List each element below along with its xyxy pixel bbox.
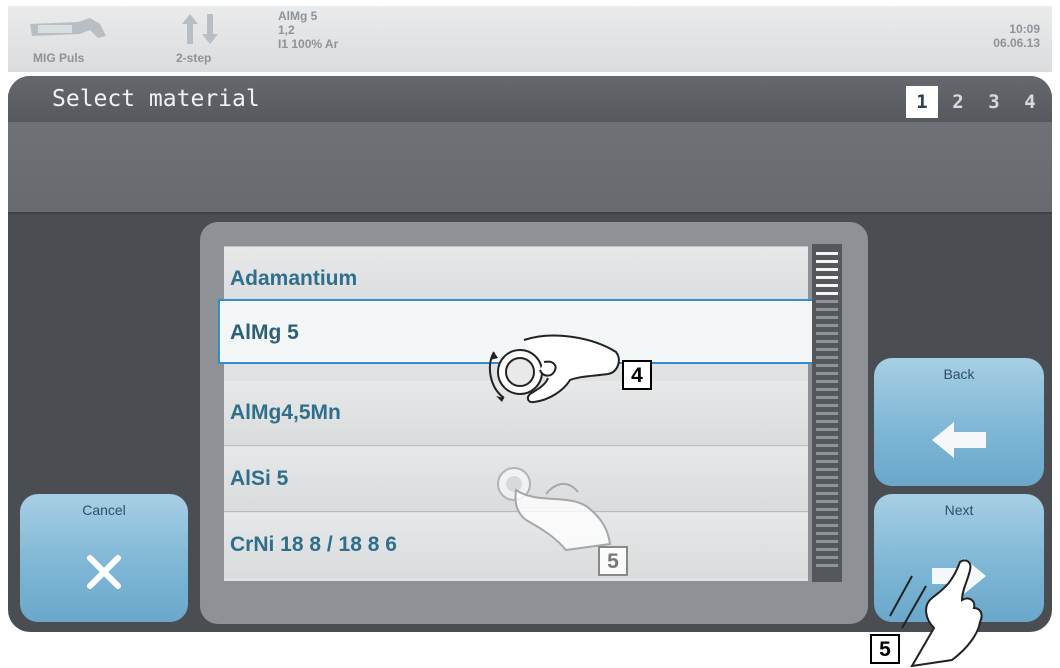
scrollbar-tick xyxy=(816,516,838,519)
callout-5-next: 5 xyxy=(870,634,900,664)
scrollbar-tick xyxy=(816,508,838,511)
scrollbar-tick xyxy=(816,308,838,311)
trigger-mode-label: 2-step xyxy=(176,51,212,65)
scrollbar-tick xyxy=(816,276,838,279)
page-indicator: 1 2 3 4 xyxy=(906,86,1046,118)
scrollbar-tick xyxy=(816,524,838,527)
scrollbar-tick xyxy=(816,380,838,383)
scrollbar-tick xyxy=(816,340,838,343)
scrollbar-tick xyxy=(816,500,838,503)
scrollbar-tick xyxy=(816,356,838,359)
clock: 10:09 06.06.13 xyxy=(993,22,1040,50)
close-x-icon xyxy=(87,555,121,589)
scrollbar-tick xyxy=(816,436,838,439)
scrollbar-tick xyxy=(816,444,838,447)
cancel-button-label: Cancel xyxy=(82,502,126,518)
scrollbar-tick xyxy=(816,388,838,391)
scrollbar-tick xyxy=(816,564,838,567)
scrollbar-tick xyxy=(816,364,838,367)
status-bar: MIG Puls 2-step AlMg 5 1,2 I1 100% Ar 10… xyxy=(8,6,1052,72)
header-title-bar: Select material 1 2 3 4 xyxy=(8,76,1052,122)
page-2-tab[interactable]: 2 xyxy=(942,86,974,118)
list-scrollbar[interactable] xyxy=(812,244,842,582)
header-panel: Select material 1 2 3 4 xyxy=(8,76,1052,214)
scrollbar-tick xyxy=(816,252,838,255)
clock-time: 10:09 xyxy=(1009,22,1040,36)
scrollbar-tick xyxy=(816,332,838,335)
scrollbar-tick xyxy=(816,556,838,559)
scrollbar-tick xyxy=(816,284,838,287)
two-step-arrows-icon xyxy=(182,14,218,44)
material-info-line: 1,2 xyxy=(278,23,295,37)
next-button-label: Next xyxy=(944,502,974,518)
page-4-tab[interactable]: 4 xyxy=(1014,86,1046,118)
material-info-line: AlMg 5 xyxy=(278,9,318,23)
scrollbar-tick xyxy=(816,324,838,327)
callout-4: 4 xyxy=(622,360,652,390)
material-info-line: I1 100% Ar xyxy=(278,37,339,51)
back-button-label: Back xyxy=(943,366,975,382)
scrollbar-tick xyxy=(816,348,838,351)
scrollbar-tick xyxy=(816,412,838,415)
scrollbar-tick xyxy=(816,476,838,479)
page-3-tab[interactable]: 3 xyxy=(978,86,1010,118)
scrollbar-tick xyxy=(816,420,838,423)
scrollbar-tick xyxy=(816,316,838,319)
scrollbar-tick xyxy=(816,292,838,295)
material-list-box: Adamantium AlMg 5 AlMg4,5Mn AlSi 5 CrNi … xyxy=(200,222,868,624)
scrollbar-tick xyxy=(816,300,838,303)
scrollbar-tick xyxy=(816,452,838,455)
page-title: Select material xyxy=(52,86,260,112)
scrollbar-tick xyxy=(816,404,838,407)
scrollbar-tick xyxy=(816,460,838,463)
page-1-tab[interactable]: 1 xyxy=(906,86,938,118)
scrollbar-tick xyxy=(816,468,838,471)
scrollbar-tick xyxy=(816,372,838,375)
welding-mode-label: MIG Puls xyxy=(33,51,85,65)
scrollbar-tick xyxy=(816,396,838,399)
scrollbar-tick xyxy=(816,260,838,263)
mig-puls-torch-icon xyxy=(30,18,106,38)
clock-date: 06.06.13 xyxy=(993,36,1040,50)
hand-turning-dial-icon xyxy=(488,334,620,404)
scrollbar-tick xyxy=(816,532,838,535)
scrollbar-tick xyxy=(816,548,838,551)
scrollbar-tick xyxy=(816,540,838,543)
scrollbar-tick xyxy=(816,268,838,271)
scrollbar-tick xyxy=(816,484,838,487)
scrollbar-tick xyxy=(816,428,838,431)
back-button[interactable]: Back xyxy=(874,358,1044,486)
arrow-left-icon xyxy=(932,422,986,458)
cancel-button[interactable]: Cancel xyxy=(20,494,188,622)
callout-5-list: 5 xyxy=(598,546,628,576)
scrollbar-tick xyxy=(816,492,838,495)
material-info: AlMg 5 1,2 I1 100% Ar xyxy=(278,9,338,51)
